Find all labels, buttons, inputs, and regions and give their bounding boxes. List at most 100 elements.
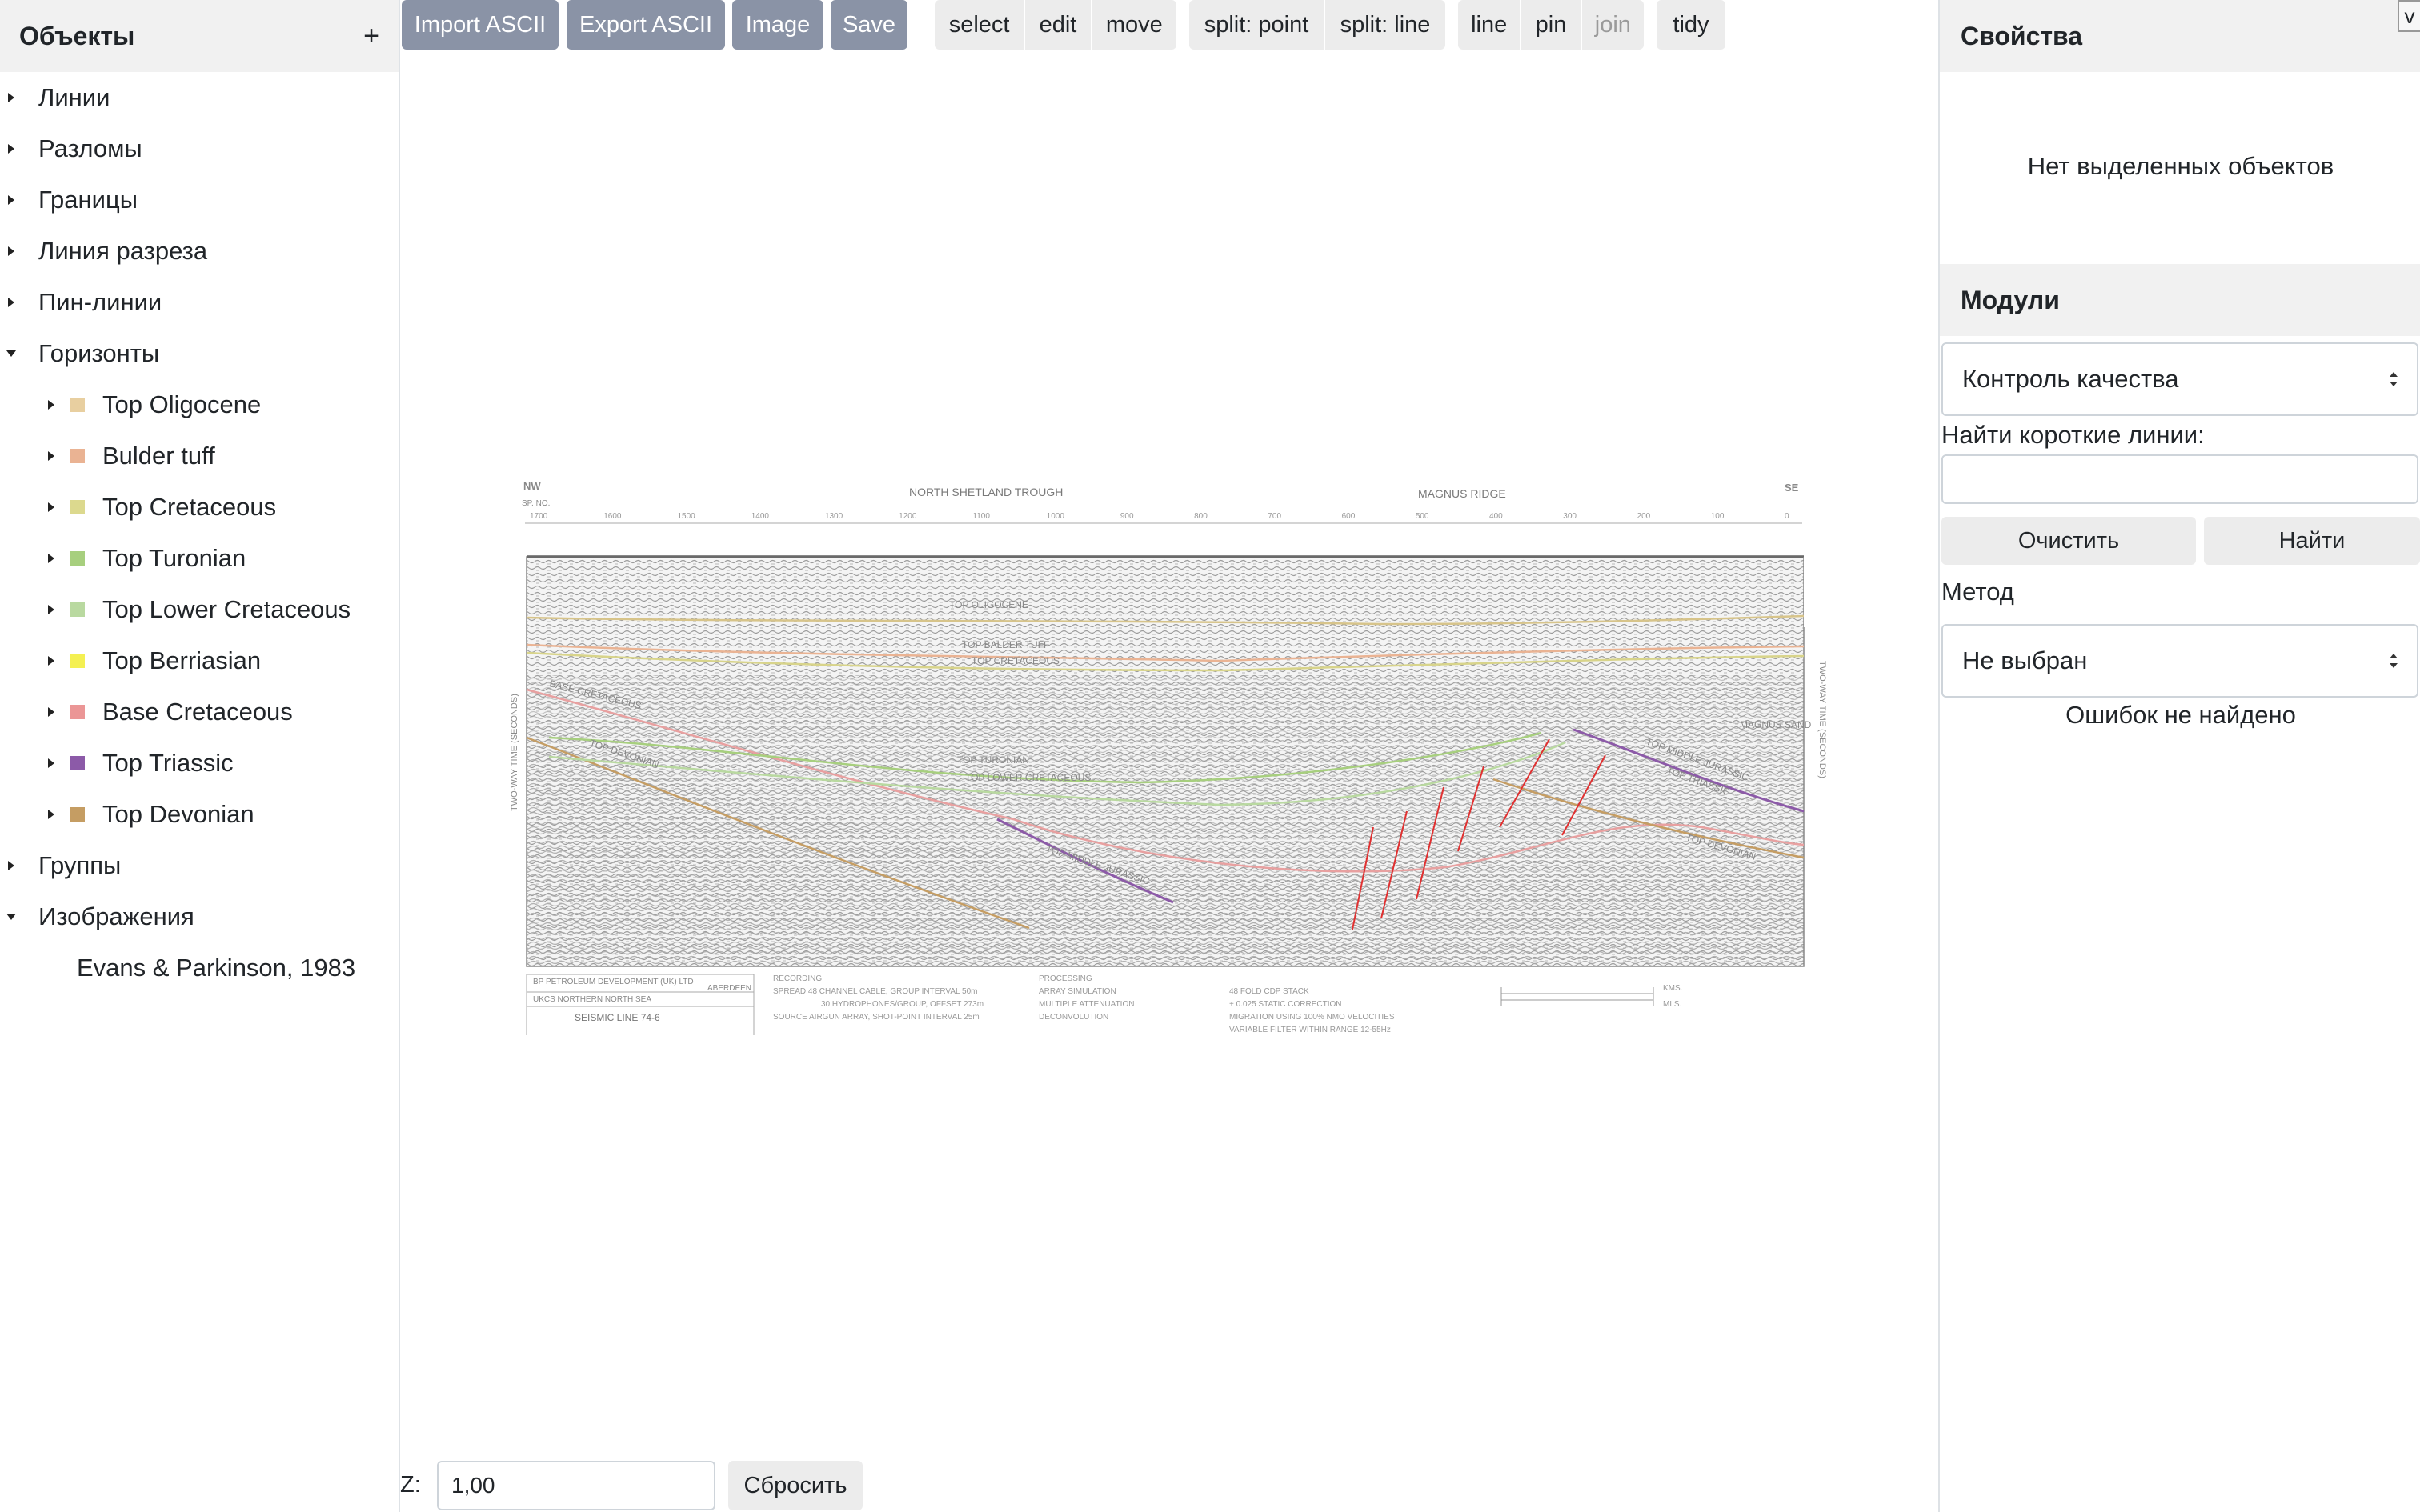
horizon-color-swatch[interactable] — [70, 500, 85, 514]
caret-down-icon[interactable] — [6, 914, 16, 920]
edit-mode-button[interactable]: edit — [1024, 0, 1090, 50]
horizon-color-swatch[interactable] — [70, 654, 85, 668]
import-ascii-button[interactable]: Import ASCII — [402, 0, 559, 50]
trough-label: NORTH SHETLAND TROUGH — [909, 486, 1063, 498]
collapse-toggle-button[interactable]: v — [2398, 0, 2420, 32]
export-ascii-button[interactable]: Export ASCII — [567, 0, 725, 50]
horizon-color-swatch[interactable] — [70, 398, 85, 412]
horizon-color-swatch[interactable] — [70, 705, 85, 719]
caret-down-icon[interactable] — [6, 350, 16, 357]
tree-item-label: Границы — [38, 186, 138, 214]
short-lines-input[interactable] — [1941, 454, 2418, 504]
image-item-label: Evans & Parkinson, 1983 — [77, 954, 356, 982]
tree-item-label: Разломы — [38, 134, 142, 162]
caret-right-icon[interactable] — [8, 195, 14, 205]
caret-right-icon[interactable] — [48, 656, 54, 666]
tree-item-pin-lines[interactable]: Пин-линии — [0, 278, 162, 326]
split-line-button[interactable]: split: line — [1324, 0, 1445, 50]
sp-tick-label: 1000 — [1047, 512, 1065, 521]
properties-panel: v Свойства Нет выделенных объектов Модул… — [1938, 0, 2420, 1512]
move-mode-button[interactable]: move — [1090, 0, 1176, 50]
drawing-canvas[interactable]: NW SE SP. NO. NORTH SHETLAND TROUGH MAGN… — [400, 50, 1938, 1458]
image-button[interactable]: Image — [732, 0, 823, 50]
tree-item-horizons[interactable]: Горизонты — [0, 330, 159, 378]
horizon-item[interactable]: Top Turonian — [0, 534, 246, 582]
sp-tick-label: 1100 — [972, 512, 990, 521]
modules-header: Модули — [1940, 264, 2420, 336]
horizon-item[interactable]: Top Oligocene — [0, 381, 261, 429]
clear-button[interactable]: Очистить — [1941, 517, 2196, 565]
tidy-button[interactable]: tidy — [1657, 0, 1725, 50]
horizon-color-swatch[interactable] — [70, 756, 85, 770]
objects-panel: Объекты + Линии Разломы Границы Линия ра… — [0, 0, 400, 1512]
caret-right-icon[interactable] — [48, 758, 54, 768]
method-select-value: Не выбран — [1962, 646, 2088, 674]
mode-button-group: select edit move — [935, 0, 1176, 50]
sp-no-label: SP. NO. — [522, 499, 550, 508]
tree-item-section-line[interactable]: Линия разреза — [0, 227, 207, 275]
tree-item-images[interactable]: Изображения — [0, 893, 194, 941]
horizon-item[interactable]: Top Cretaceous — [0, 483, 276, 531]
sp-tick-label: 1700 — [530, 512, 548, 521]
draw-button-group: line pin join — [1458, 0, 1644, 50]
select-mode-button[interactable]: select — [935, 0, 1024, 50]
image-item[interactable]: Evans & Parkinson, 1983 — [0, 944, 355, 992]
select-arrows-icon — [2390, 372, 2398, 386]
tree-item-faults[interactable]: Разломы — [0, 125, 142, 173]
annotation-label: TOP BALDER TUFF — [962, 639, 1049, 650]
tree-item-lines[interactable]: Линии — [0, 74, 110, 122]
caret-right-icon[interactable] — [8, 246, 14, 256]
annotation-label: TOP TURONIAN — [957, 754, 1029, 766]
method-select[interactable]: Не выбран — [1941, 624, 2418, 698]
line-tool-button[interactable]: line — [1458, 0, 1520, 50]
sp-tick-label: 900 — [1120, 512, 1134, 521]
caret-right-icon[interactable] — [48, 502, 54, 512]
annotation-label: TOP LOWER CRETACEOUS — [965, 772, 1091, 783]
save-button[interactable]: Save — [831, 0, 908, 50]
caret-right-icon[interactable] — [48, 451, 54, 461]
join-tool-button[interactable]: join — [1580, 0, 1644, 50]
objects-panel-header: Объекты + — [0, 0, 399, 72]
footer-migration: MIGRATION USING 100% NMO VELOCITIES — [1229, 1013, 1395, 1022]
add-object-button[interactable]: + — [363, 21, 379, 52]
footer-cdp-stack: 48 FOLD CDP STACK — [1229, 987, 1309, 996]
horizon-item[interactable]: Top Devonian — [0, 790, 254, 838]
reset-z-button[interactable]: Сбросить — [728, 1461, 863, 1510]
caret-right-icon[interactable] — [48, 810, 54, 819]
horizon-label: Top Cretaceous — [102, 493, 277, 521]
horizon-color-swatch[interactable] — [70, 449, 85, 463]
tree-item-boundaries[interactable]: Границы — [0, 176, 138, 224]
caret-right-icon[interactable] — [48, 554, 54, 563]
find-button[interactable]: Найти — [2204, 517, 2420, 565]
horizon-color-swatch[interactable] — [70, 602, 85, 617]
caret-right-icon[interactable] — [8, 298, 14, 307]
horizon-item[interactable]: Top Lower Cretaceous — [0, 586, 351, 634]
horizon-item[interactable]: Top Berriasian — [0, 637, 261, 685]
pin-tool-button[interactable]: pin — [1520, 0, 1580, 50]
split-point-button[interactable]: split: point — [1189, 0, 1324, 50]
caret-right-icon[interactable] — [48, 605, 54, 614]
caret-right-icon[interactable] — [8, 144, 14, 154]
horizon-color-swatch[interactable] — [70, 807, 85, 822]
se-label: SE — [1785, 482, 1799, 494]
caret-right-icon[interactable] — [8, 861, 14, 870]
z-scale-input[interactable] — [437, 1461, 715, 1510]
tree-item-label: Линии — [38, 83, 110, 111]
tree-item-label: Группы — [38, 851, 122, 879]
caret-right-icon[interactable] — [48, 707, 54, 717]
module-select-value: Контроль качества — [1962, 365, 2179, 393]
caret-right-icon[interactable] — [48, 400, 54, 410]
seismic-section-image[interactable]: NW SE SP. NO. NORTH SHETLAND TROUGH MAGN… — [501, 475, 1869, 1035]
modules-title: Модули — [1961, 285, 2060, 314]
horizon-color-swatch[interactable] — [70, 551, 85, 566]
tree-item-label: Горизонты — [38, 339, 160, 367]
module-select[interactable]: Контроль качества — [1941, 342, 2418, 416]
horizon-item[interactable]: Bulder tuff — [0, 432, 215, 480]
caret-right-icon[interactable] — [8, 93, 14, 102]
horizon-item[interactable]: Base Cretaceous — [0, 688, 293, 736]
horizon-item[interactable]: Top Triassic — [0, 739, 234, 787]
sp-tick-label: 500 — [1416, 512, 1429, 521]
tree-item-groups[interactable]: Группы — [0, 842, 121, 890]
footer-spread: SPREAD 48 CHANNEL CABLE, GROUP INTERVAL … — [773, 987, 977, 996]
tree-item-label: Изображения — [38, 902, 194, 930]
